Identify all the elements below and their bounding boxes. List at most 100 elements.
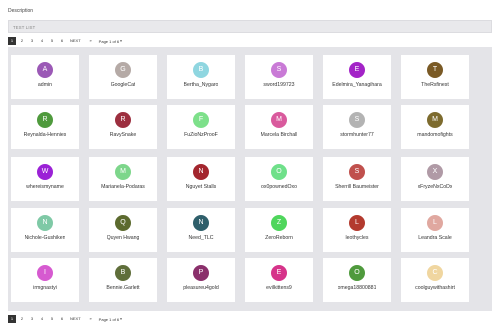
username-label: irmgnastyi [33, 285, 57, 291]
username-label: omega18800881 [337, 285, 377, 291]
avatar: Z [271, 215, 287, 231]
username-label: Quyen Hwang [106, 235, 140, 241]
user-card[interactable]: E Edelmira_Yanagihara [323, 55, 391, 99]
user-card[interactable]: Ccoolguywithashirt [401, 258, 469, 302]
avatar: N [193, 164, 209, 180]
user-card[interactable]: F FuZioNzProoF [167, 105, 235, 149]
user-card[interactable]: Ssword199723 [245, 55, 313, 99]
avatar: F [193, 112, 209, 128]
username-label: Need_TLC [188, 235, 214, 241]
username-label: ZeroReborn [265, 235, 293, 241]
user-card[interactable]: T TheRsfinest [401, 55, 469, 99]
user-card[interactable]: M Marcela Birchall [245, 105, 313, 149]
page-3-button[interactable]: 3 [28, 37, 36, 45]
user-grid: Aadmin G GoogleCat B Bertha_Nygaro Ssword1997… [8, 47, 492, 311]
user-card[interactable]: Wwhereismyname [11, 157, 79, 201]
avatar: S [349, 112, 365, 128]
username-label: Reynalda-Hennies [23, 132, 67, 138]
last-page-button[interactable]: » [87, 315, 95, 323]
avatar: Q [115, 215, 131, 231]
user-card[interactable]: Eevilkittens9 [245, 258, 313, 302]
page-select-label: Page 1 of 6 [98, 38, 120, 44]
page-1-button[interactable]: 1 [8, 315, 16, 323]
description-label: Description [8, 8, 34, 14]
chevron-down-icon: ▾ [120, 39, 122, 43]
user-card[interactable]: Q Quyen Hwang [89, 208, 157, 252]
page-4-button[interactable]: 4 [38, 315, 46, 323]
page-1-button[interactable]: 1 [8, 37, 16, 45]
page-6-button[interactable]: 6 [58, 315, 66, 323]
username-label: Nguyet Stalls [185, 184, 217, 190]
last-page-button[interactable]: » [87, 37, 95, 45]
avatar: N [37, 215, 53, 231]
avatar: M [427, 112, 443, 128]
username-label: ox0pownedOxo [260, 184, 298, 190]
page-select[interactable]: Page 1 of 6 ▾ [99, 39, 122, 44]
page-5-button[interactable]: 5 [48, 37, 56, 45]
list-header: TEST LIST [8, 20, 492, 33]
avatar: M [271, 112, 287, 128]
avatar: G [115, 62, 131, 78]
username-label: FuZioNzProoF [184, 132, 218, 138]
user-card[interactable]: Lleothycles [323, 208, 391, 252]
user-card[interactable]: R RavySnake [89, 105, 157, 149]
user-card[interactable]: M Marianela-Podaras [89, 157, 157, 201]
user-card[interactable]: N Nichole-Gushiken [11, 208, 79, 252]
avatar: S [349, 164, 365, 180]
page-select[interactable]: Page 1 of 6 ▾ [99, 317, 122, 322]
avatar: E [271, 265, 287, 281]
username-label: whereismyname [26, 184, 64, 190]
next-button[interactable]: NEXT [68, 37, 83, 45]
user-card[interactable]: Oox0pownedOxo [245, 157, 313, 201]
user-card[interactable]: L Leandra Scale [401, 208, 469, 252]
user-card[interactable]: Ppleasureu4gold [167, 258, 235, 302]
user-card[interactable]: N Need_TLC [167, 208, 235, 252]
user-card[interactable]: R Reynalda-Hennies [11, 105, 79, 149]
username-label: evilkittens9 [266, 285, 292, 291]
username-label: RavySnake [109, 132, 137, 138]
avatar: W [37, 164, 53, 180]
avatar: C [427, 265, 443, 281]
avatar: E [349, 62, 365, 78]
user-card[interactable]: Sstormhunter77 [323, 105, 391, 149]
username-label: Marcela Birchall [260, 132, 298, 138]
user-card[interactable]: B Bertha_Nygaro [167, 55, 235, 99]
user-card[interactable]: Aadmin [11, 55, 79, 99]
username-label: xFryzeNxCoDx [417, 184, 453, 190]
avatar: P [193, 265, 209, 281]
user-card[interactable]: XxFryzeNxCoDx [401, 157, 469, 201]
chevron-down-icon: ▾ [120, 317, 122, 321]
pagination-bottom: 1 2 3 4 5 6 NEXT » Page 1 of 6 ▾ [8, 315, 122, 323]
user-card[interactable]: G GoogleCat [89, 55, 157, 99]
username-label: mandomofights [417, 132, 453, 138]
next-button[interactable]: NEXT [68, 315, 83, 323]
user-card[interactable]: Oomega18800881 [323, 258, 391, 302]
user-card[interactable]: Mmandomofights [401, 105, 469, 149]
avatar: O [271, 164, 287, 180]
user-card[interactable]: B Bennie.Garlett [89, 258, 157, 302]
avatar: A [37, 62, 53, 78]
avatar: T [427, 62, 443, 78]
user-card[interactable]: Z ZeroReborn [245, 208, 313, 252]
page-2-button[interactable]: 2 [18, 37, 26, 45]
pagination-top: 1 2 3 4 5 6 NEXT » Page 1 of 6 ▾ [8, 37, 122, 45]
user-card[interactable]: S Sherrill Baumeister [323, 157, 391, 201]
username-label: leothycles [345, 235, 369, 241]
username-label: Nichole-Gushiken [24, 235, 66, 241]
user-card[interactable]: Iirmgnastyi [11, 258, 79, 302]
avatar: R [37, 112, 53, 128]
avatar: L [427, 215, 443, 231]
user-card[interactable]: N Nguyet Stalls [167, 157, 235, 201]
username-label: Bennie.Garlett [106, 285, 140, 291]
avatar: I [37, 265, 53, 281]
page-4-button[interactable]: 4 [38, 37, 46, 45]
avatar: L [349, 215, 365, 231]
username-label: Leandra Scale [418, 235, 452, 241]
username-label: Bertha_Nygaro [183, 82, 219, 88]
avatar: O [349, 265, 365, 281]
page-3-button[interactable]: 3 [28, 315, 36, 323]
page-6-button[interactable]: 6 [58, 37, 66, 45]
page-2-button[interactable]: 2 [18, 315, 26, 323]
username-label: stormhunter77 [340, 132, 374, 138]
page-5-button[interactable]: 5 [48, 315, 56, 323]
